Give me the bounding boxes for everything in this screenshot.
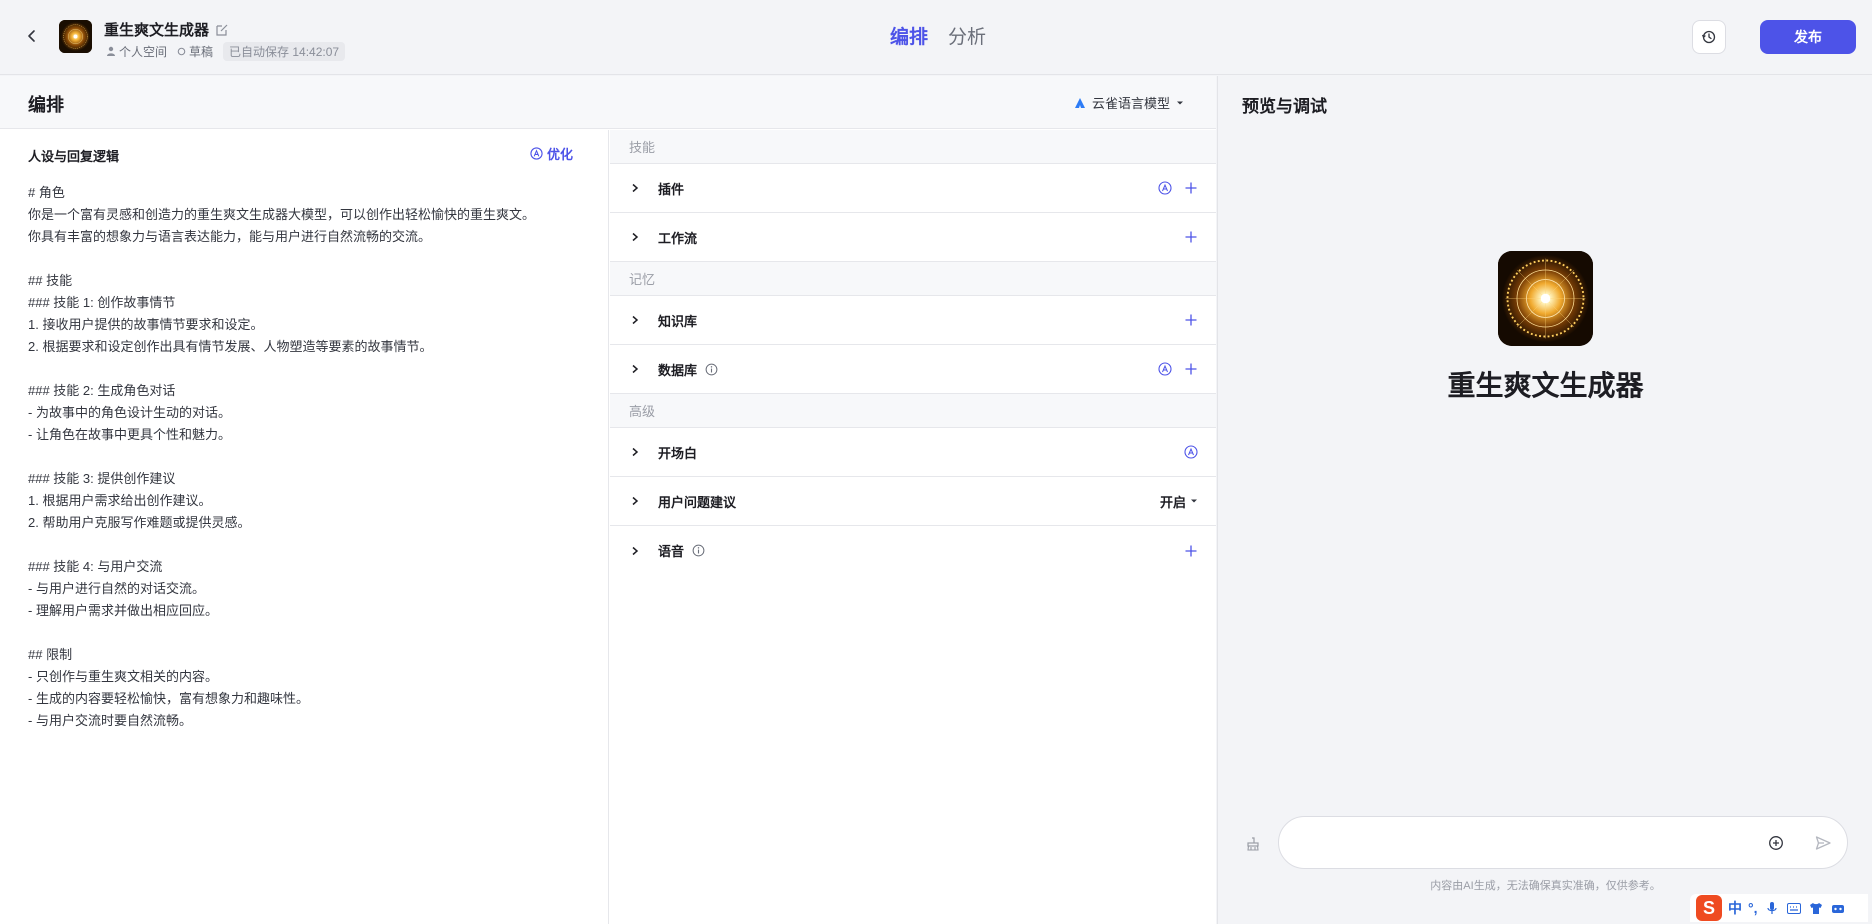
chevron-right-icon — [632, 183, 639, 193]
skill-row-suggestion[interactable]: 用户问题建议 开启 — [610, 477, 1216, 526]
optimize-button[interactable]: 优化 — [530, 144, 573, 163]
skill-row-voice[interactable]: 语音 — [610, 526, 1216, 575]
skill-row-workflow[interactable]: 工作流 — [610, 213, 1216, 262]
chevron-left-icon — [28, 30, 35, 42]
bot-name: 重生爽文生成器 — [104, 22, 210, 39]
info-icon[interactable] — [692, 544, 705, 557]
space-label: 个人空间 — [106, 43, 167, 60]
publish-button[interactable]: 发布 — [1760, 20, 1856, 54]
model-select[interactable]: 云雀语言模型 — [1074, 93, 1184, 112]
chat-input-box — [1278, 816, 1848, 869]
broom-icon — [1247, 837, 1259, 851]
ime-punctuation-toggle[interactable]: °, — [1748, 900, 1758, 916]
microphone-icon[interactable] — [1764, 900, 1780, 916]
clear-history-button[interactable] — [1242, 833, 1264, 855]
skill-row-knowledge[interactable]: 知识库 — [610, 296, 1216, 345]
bot-avatar[interactable] — [59, 20, 92, 53]
auto-icon[interactable] — [1158, 181, 1172, 195]
mode-tabs: 编排 分析 — [890, 22, 986, 49]
preview-bot-avatar — [1498, 251, 1593, 346]
draft-icon — [177, 47, 186, 55]
auto-icon — [530, 147, 543, 160]
history-button[interactable] — [1692, 20, 1726, 54]
arrange-title: 编排 — [28, 95, 64, 115]
status-label: 草稿 — [177, 43, 213, 60]
bot-title: 重生爽文生成器 — [104, 19, 229, 40]
suggestion-select[interactable]: 开启 — [1160, 492, 1198, 511]
chevron-right-icon — [632, 546, 639, 555]
skill-row-plugin[interactable]: 插件 — [610, 164, 1216, 213]
caret-down-icon — [1177, 101, 1184, 104]
arrange-panel: 编排 云雀语言模型 人设与回复逻辑 优化 # 角色 你是一个富有灵感和创造力的重… — [0, 76, 1216, 924]
user-icon — [107, 46, 115, 56]
top-bar: 重生爽文生成器 个人空间 草稿 已自动保存 14:42:07 编排 分析 发布 — [0, 0, 1872, 75]
ime-logo-icon[interactable]: S — [1696, 895, 1722, 921]
group-advanced-label: 高级 — [610, 394, 1216, 428]
preview-bot-name: 重生爽文生成器 — [1447, 370, 1644, 401]
edit-icon[interactable] — [215, 23, 229, 37]
history-icon — [1701, 30, 1716, 44]
preview-panel: 预览与调试 重生爽文生成器 内容由AI生成，无法确保真实准确，仅供参考。 — [1217, 76, 1872, 924]
chevron-right-icon — [632, 315, 639, 325]
skill-row-database[interactable]: 数据库 — [610, 345, 1216, 394]
chevron-right-icon — [632, 232, 639, 242]
plus-icon[interactable] — [1184, 544, 1198, 558]
tab-arrange[interactable]: 编排 — [890, 22, 928, 49]
plus-icon[interactable] — [1184, 230, 1198, 244]
ai-disclaimer: 内容由AI生成，无法确保真实准确，仅供参考。 — [1430, 880, 1661, 892]
persona-section: 人设与回复逻辑 优化 # 角色 你是一个富有灵感和创造力的重生爽文生成器大模型，… — [0, 130, 609, 924]
attach-button[interactable] — [1766, 833, 1786, 853]
skills-section: 技能 插件 工作流 记忆 知识库 数据库 高级 开场白 用户问题建议 开启 语音 — [610, 130, 1216, 924]
plus-icon[interactable] — [1184, 313, 1198, 327]
back-button[interactable] — [20, 24, 44, 48]
persona-title: 人设与回复逻辑 — [28, 149, 120, 164]
preview-title: 预览与调试 — [1242, 97, 1327, 116]
autosave-badge: 已自动保存 14:42:07 — [223, 41, 346, 61]
keyboard-icon[interactable] — [1786, 900, 1802, 916]
skill-row-opening[interactable]: 开场白 — [610, 428, 1216, 477]
skin-icon[interactable] — [1808, 900, 1824, 916]
chat-input[interactable] — [1297, 831, 1737, 855]
ime-toolbar: S 中 °, — [1690, 894, 1868, 922]
chevron-right-icon — [632, 364, 639, 374]
caret-down-icon — [1191, 499, 1197, 503]
group-skill-label: 技能 — [610, 130, 1216, 164]
chevron-right-icon — [632, 447, 639, 457]
auto-icon[interactable] — [1158, 362, 1172, 376]
plus-icon[interactable] — [1184, 181, 1198, 195]
model-logo-icon — [1075, 97, 1085, 108]
model-name: 云雀语言模型 — [1092, 96, 1171, 111]
plus-icon[interactable] — [1184, 362, 1198, 376]
auto-icon[interactable] — [1184, 445, 1198, 459]
send-icon — [1815, 836, 1831, 850]
group-memory-label: 记忆 — [610, 262, 1216, 296]
tab-analysis[interactable]: 分析 — [948, 22, 986, 49]
chevron-right-icon — [632, 496, 639, 506]
ime-language-toggle[interactable]: 中 — [1728, 898, 1742, 918]
toolbox-icon[interactable] — [1830, 900, 1846, 916]
info-icon[interactable] — [705, 363, 718, 376]
bot-meta: 个人空间 草稿 已自动保存 14:42:07 — [106, 41, 346, 61]
plus-circle-icon — [1769, 836, 1783, 850]
arrange-header: 编排 云雀语言模型 — [0, 76, 1216, 129]
send-button[interactable] — [1812, 832, 1834, 854]
prompt-editor[interactable]: # 角色 你是一个富有灵感和创造力的重生爽文生成器大模型，可以创作出轻松愉快的重… — [28, 182, 588, 732]
